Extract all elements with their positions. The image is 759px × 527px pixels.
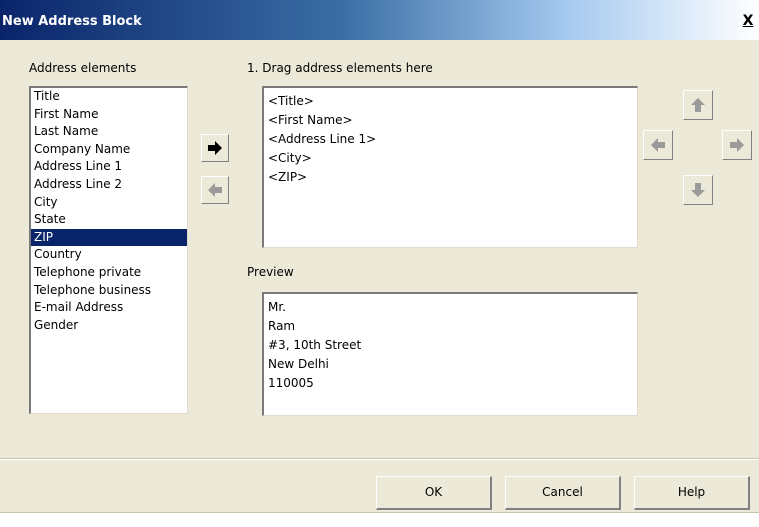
new-address-block-dialog: New Address Block X Address elements Tit…	[0, 0, 759, 513]
list-item[interactable]: Country	[31, 246, 187, 264]
arrow-down-icon	[691, 182, 705, 198]
address-block-line[interactable]: <Title>	[268, 92, 637, 111]
address-block-line[interactable]: <City>	[268, 149, 637, 168]
preview-line: New Delhi	[268, 357, 329, 371]
list-item[interactable]: Company Name	[31, 141, 187, 159]
list-item[interactable]: Address Line 2	[31, 176, 187, 194]
preview-line: Mr.	[268, 300, 286, 314]
list-item[interactable]: Gender	[31, 317, 187, 335]
close-button[interactable]: X	[741, 13, 755, 29]
list-item[interactable]: Address Line 1	[31, 158, 187, 176]
preview-lines: Mr. Ram #3, 10th Street New Delhi 110005	[268, 298, 637, 393]
arrow-left-icon	[650, 138, 666, 152]
list-item[interactable]: State	[31, 211, 187, 229]
address-elements-list[interactable]: Title First Name Last Name Company Name Addr…	[29, 86, 188, 414]
arrow-up-icon	[691, 97, 705, 113]
arrow-right-icon	[729, 138, 745, 152]
dialog-title: New Address Block	[2, 14, 142, 29]
list-item[interactable]: Title	[31, 88, 187, 106]
address-elements-label: Address elements	[29, 61, 137, 75]
list-item[interactable]: Last Name	[31, 123, 187, 141]
address-block-line[interactable]: <First Name>	[268, 111, 637, 130]
add-element-button[interactable]	[201, 134, 229, 162]
cancel-button[interactable]: Cancel	[505, 476, 621, 510]
preview-box: Mr. Ram #3, 10th Street New Delhi 110005	[262, 292, 638, 416]
list-item[interactable]: City	[31, 194, 187, 212]
move-down-button[interactable]	[683, 175, 713, 205]
ok-button[interactable]: OK	[376, 476, 492, 510]
remove-element-button[interactable]	[201, 176, 229, 204]
preview-line: 110005	[268, 376, 314, 390]
preview-line: Ram	[268, 319, 296, 333]
arrow-left-icon	[207, 183, 223, 197]
help-button[interactable]: Help	[634, 476, 750, 510]
address-block-editor[interactable]: <Title> <First Name> <Address Line 1> <City…	[262, 86, 638, 248]
address-elements-items: Title First Name Last Name Company Name Addr…	[31, 88, 187, 334]
address-block-lines: <Title> <First Name> <Address Line 1> <City…	[268, 92, 637, 187]
title-bar[interactable]: New Address Block X	[0, 0, 759, 40]
list-item[interactable]: First Name	[31, 106, 187, 124]
preview-label: Preview	[247, 265, 294, 279]
list-item[interactable]: Telephone business	[31, 282, 187, 300]
list-item[interactable]: ZIP	[31, 228, 187, 247]
address-block-line[interactable]: <Address Line 1>	[268, 130, 637, 149]
list-item[interactable]: E-mail Address	[31, 299, 187, 317]
button-divider	[0, 458, 759, 460]
move-up-button[interactable]	[683, 90, 713, 120]
arrow-right-icon	[207, 141, 223, 155]
move-right-button[interactable]	[722, 130, 752, 160]
address-block-line[interactable]: <ZIP>	[268, 168, 637, 187]
list-item[interactable]: Telephone private	[31, 264, 187, 282]
move-left-button[interactable]	[643, 130, 673, 160]
preview-line: #3, 10th Street	[268, 338, 362, 352]
drag-area-label: 1. Drag address elements here	[247, 61, 433, 75]
